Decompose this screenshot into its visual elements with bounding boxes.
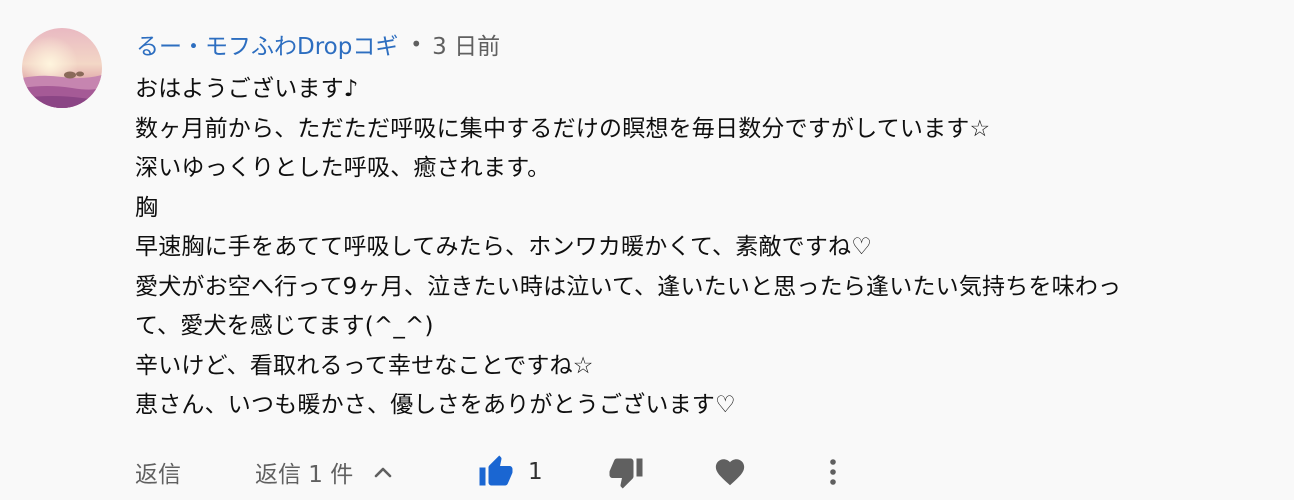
comment-line: 早速胸に手をあてて呼吸してみたら、ホンワカ暖かくて、素敵ですね♡ bbox=[135, 234, 873, 260]
separator-dot: • bbox=[410, 32, 423, 56]
author-name[interactable]: るー・モフふわDropコギ bbox=[136, 27, 398, 61]
reply-button[interactable]: 返信 bbox=[135, 448, 181, 496]
comment-header: るー・モフふわDropコギ • 3 日前 bbox=[136, 24, 500, 64]
comment-line: 胸 bbox=[135, 194, 159, 221]
comment-line: 愛犬がお空へ行って9ヶ月、泣きたい時は泣いて、逢いたいと思ったら逢いたい気持ちを… bbox=[135, 273, 1122, 300]
like-count: 1 bbox=[528, 459, 543, 485]
thumbs-down-icon bbox=[608, 454, 644, 490]
comment-line: て、愛犬を感じてます(^_^) bbox=[135, 313, 434, 339]
more-actions-button[interactable] bbox=[825, 448, 841, 496]
comment-body: おはようございます♪ 数ヶ月前から、ただただ呼吸に集中するだけの瞑想を毎日数分で… bbox=[135, 70, 1265, 426]
comment-line: 深いゆっくりとした呼吸、癒されます。 bbox=[135, 155, 551, 181]
comment-line: 恵さん、いつも暖かさ、優しさをありがとうございます♡ bbox=[135, 392, 736, 418]
heart-icon bbox=[713, 455, 747, 489]
heart-button[interactable] bbox=[713, 448, 747, 496]
avatar-image bbox=[22, 28, 102, 108]
timestamp[interactable]: 3 日前 bbox=[432, 27, 500, 61]
thumbs-up-icon bbox=[478, 454, 514, 490]
comment-actions: 返信 返信 1 件 1 bbox=[0, 448, 1294, 496]
view-replies-button[interactable]: 返信 1 件 bbox=[255, 448, 393, 496]
dislike-button[interactable] bbox=[608, 448, 644, 496]
avatar[interactable] bbox=[22, 28, 102, 108]
view-replies-label: 返信 1 件 bbox=[255, 462, 354, 488]
chevron-up-icon bbox=[373, 465, 393, 479]
comment-line: 数ヶ月前から、ただただ呼吸に集中するだけの瞑想を毎日数分ですがしています☆ bbox=[135, 115, 991, 142]
more-vert-icon bbox=[825, 456, 841, 488]
like-button[interactable] bbox=[478, 448, 514, 496]
comment-line: おはようございます♪ bbox=[135, 76, 359, 102]
comment-line: 辛いけど、看取れるって幸せなことですね☆ bbox=[135, 352, 594, 379]
